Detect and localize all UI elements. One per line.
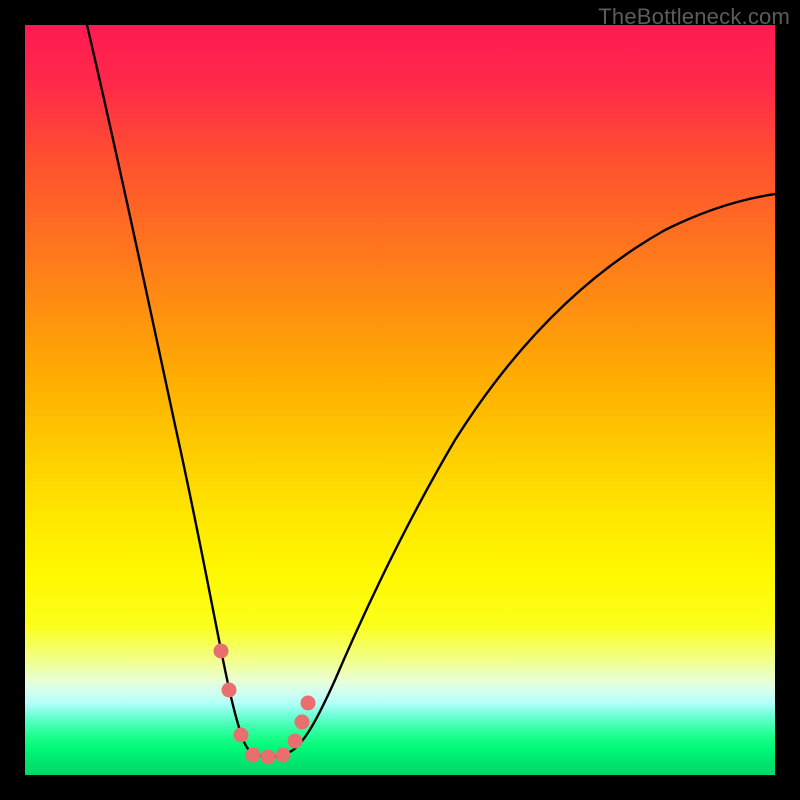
marker-dot — [234, 728, 249, 743]
marker-dot — [261, 750, 276, 765]
marker-dot — [246, 748, 261, 763]
marker-dot — [295, 715, 310, 730]
curve-path — [87, 25, 775, 757]
marker-group — [214, 644, 316, 765]
chart-container: TheBottleneck.com — [0, 0, 800, 800]
marker-dot — [222, 683, 237, 698]
marker-dot — [301, 696, 316, 711]
watermark-text: TheBottleneck.com — [598, 4, 790, 30]
marker-dot — [288, 734, 303, 749]
marker-dot — [214, 644, 229, 659]
chart-svg — [25, 25, 775, 775]
marker-dot — [276, 748, 291, 763]
